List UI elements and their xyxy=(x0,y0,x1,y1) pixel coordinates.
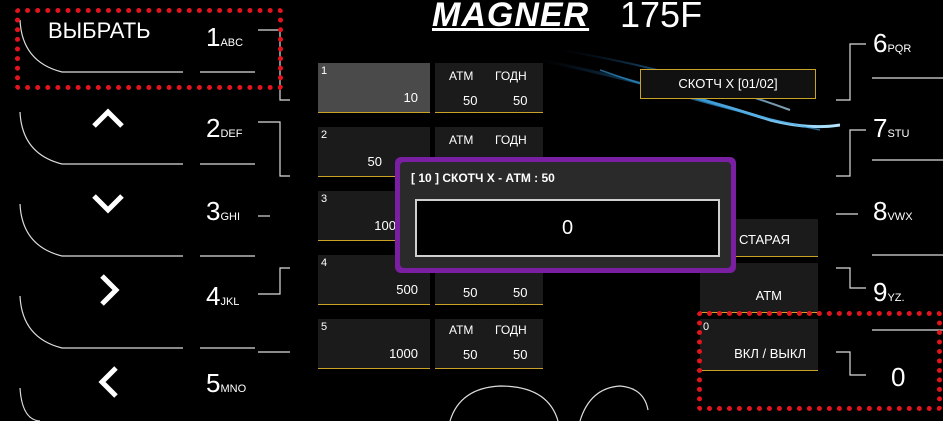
stats-row: АТМ ГОДН 50 50 xyxy=(435,63,543,113)
key-7[interactable]: 7STU xyxy=(873,113,909,144)
tape-label: СКОТЧ X [01/02] xyxy=(640,69,816,99)
chevron-left-icon[interactable] xyxy=(96,364,122,400)
chevron-down-icon[interactable] xyxy=(90,190,126,216)
dialog-title: [ 10 ] СКОТЧ X - АТМ : 50 xyxy=(411,171,555,185)
brand-logo: MAGNER xyxy=(432,0,590,34)
value-input[interactable]: 0 xyxy=(415,199,720,257)
key-9[interactable]: 9YZ. xyxy=(873,277,905,308)
key-3[interactable]: 3GHI xyxy=(206,196,240,227)
chevron-right-icon[interactable] xyxy=(96,272,122,308)
model-label: 175F xyxy=(620,0,703,35)
stats-row: АТМ ГОДН xyxy=(435,127,543,157)
denomination-item[interactable]: 1 10 xyxy=(318,63,430,113)
denomination-item[interactable]: 5 1000 xyxy=(318,319,430,369)
key-2[interactable]: 2DEF xyxy=(206,113,242,144)
key-5[interactable]: 5MNO xyxy=(206,368,246,399)
key-4[interactable]: 4JKL xyxy=(206,281,239,312)
input-dialog: [ 10 ] СКОТЧ X - АТМ : 50 0 xyxy=(395,157,736,273)
highlight-select-key xyxy=(15,8,283,90)
key-8[interactable]: 8VWX xyxy=(873,196,913,227)
highlight-on-off-key xyxy=(697,311,942,411)
chevron-up-icon[interactable] xyxy=(90,104,126,130)
key-6[interactable]: 6PQR xyxy=(873,28,911,59)
bottom-buttons[interactable] xyxy=(430,380,650,421)
stats-row: АТМ ГОДН 50 50 xyxy=(435,319,543,369)
